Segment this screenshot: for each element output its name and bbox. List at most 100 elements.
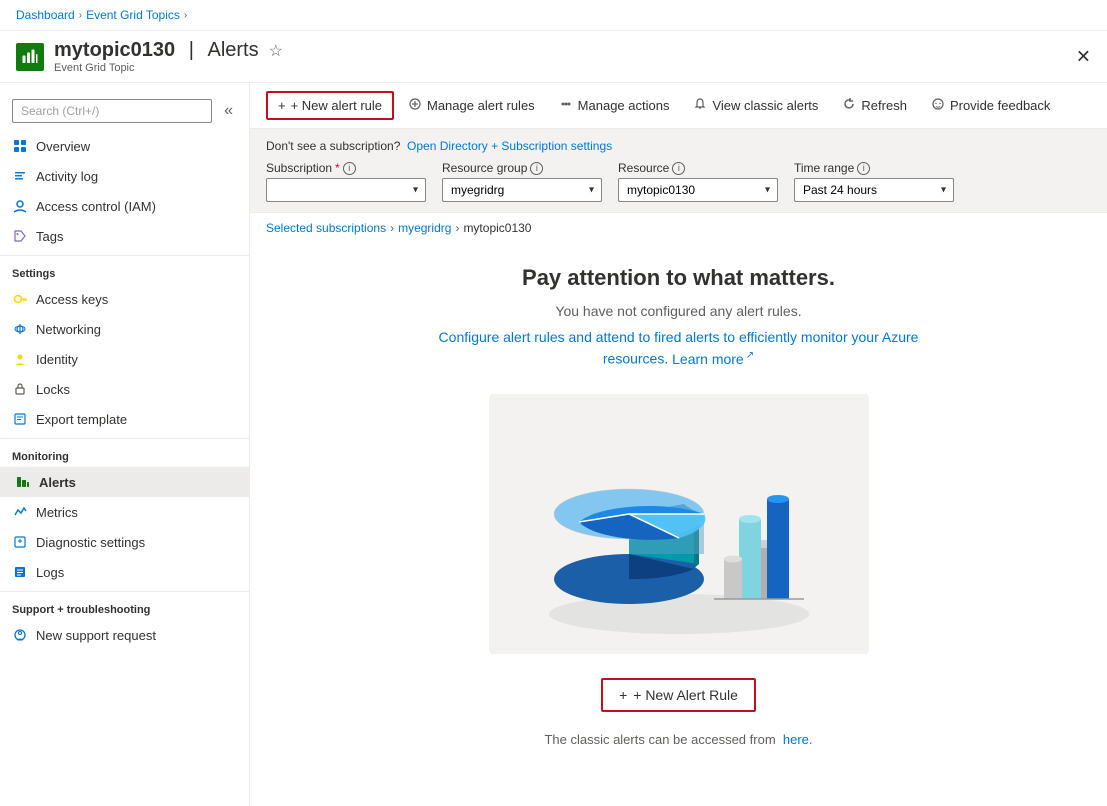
empty-subtitle: You have not configured any alert rules. (555, 303, 801, 319)
rg-info-icon[interactable]: i (530, 162, 543, 175)
sidebar-item-metrics[interactable]: Metrics (0, 497, 249, 527)
new-alert-rule-button[interactable]: + + New alert rule (266, 91, 394, 120)
time-info-icon[interactable]: i (857, 162, 870, 175)
sidebar-item-overview[interactable]: Overview (0, 131, 249, 161)
view-classic-label: View classic alerts (712, 98, 818, 113)
overview-icon (12, 138, 28, 154)
sidebar-item-label: Overview (36, 139, 90, 154)
subscription-label: Subscription * i (266, 161, 426, 175)
section-settings: Settings (0, 255, 249, 284)
sidebar-item-locks[interactable]: Locks (0, 374, 249, 404)
sidebar: « Overview Activity log Access control (… (0, 83, 250, 806)
subscription-info-icon[interactable]: i (343, 162, 356, 175)
resource-group-filter: Resource group i myegridrg (442, 161, 602, 202)
sidebar-item-label: Locks (36, 382, 70, 397)
manage-actions-label: Manage actions (578, 98, 670, 113)
main-content: + + New alert rule Manage alert rules Ma… (250, 83, 1107, 806)
search-input[interactable] (12, 99, 212, 123)
resource-group-select[interactable]: myegridrg (442, 178, 602, 202)
refresh-label: Refresh (861, 98, 907, 113)
sidebar-item-alerts[interactable]: Alerts (0, 467, 249, 497)
required-asterisk: * (335, 161, 340, 175)
manage-actions-button[interactable]: Manage actions (549, 92, 680, 119)
sidebar-item-networking[interactable]: Networking (0, 314, 249, 344)
plus-icon: + (278, 98, 286, 113)
trail-rg[interactable]: myegridrg (398, 221, 451, 235)
activity-icon (12, 168, 28, 184)
sidebar-item-label: Tags (36, 229, 63, 244)
sidebar-item-tags[interactable]: Tags (0, 221, 249, 251)
subscription-select[interactable] (266, 178, 426, 202)
sidebar-item-label: Activity log (36, 169, 98, 184)
metrics-icon (12, 504, 28, 520)
sidebar-item-label: Metrics (36, 505, 78, 520)
feedback-icon (931, 97, 945, 114)
resource-label: Resource i (618, 161, 778, 175)
identity-icon (12, 351, 28, 367)
sidebar-item-support-request[interactable]: New support request (0, 620, 249, 650)
manage-alert-rules-button[interactable]: Manage alert rules (398, 92, 545, 119)
filter-notice: Don't see a subscription? Open Directory… (266, 139, 1091, 153)
sidebar-item-label: Export template (36, 412, 127, 427)
pin-icon[interactable]: ☆ (269, 41, 283, 61)
logs-icon (12, 564, 28, 580)
bell-icon (693, 97, 707, 114)
trail-sep-1: › (390, 221, 394, 235)
refresh-icon (842, 97, 856, 114)
sidebar-item-activity-log[interactable]: Activity log (0, 161, 249, 191)
sidebar-item-label: Identity (36, 352, 78, 367)
manage-alert-rules-label: Manage alert rules (427, 98, 535, 113)
tags-icon (12, 228, 28, 244)
bottom-new-alert-rule-label: + New Alert Rule (633, 687, 738, 703)
sidebar-item-access-keys[interactable]: Access keys (0, 284, 249, 314)
trail-resource: mytopic0130 (463, 221, 531, 235)
sidebar-item-iam[interactable]: Access control (IAM) (0, 191, 249, 221)
section-support: Support + troubleshooting (0, 591, 249, 620)
sidebar-item-label: Access control (IAM) (36, 199, 156, 214)
time-range-select[interactable]: Past 24 hoursPast 48 hoursPast weekPast … (794, 178, 954, 202)
diagnostic-icon (12, 534, 28, 550)
sidebar-item-label: Networking (36, 322, 101, 337)
resource-name: mytopic0130 (54, 39, 175, 62)
classic-here-link[interactable]: here (783, 732, 809, 747)
feedback-button[interactable]: Provide feedback (921, 92, 1060, 119)
subscription-filter: Subscription * i (266, 161, 426, 202)
sidebar-item-logs[interactable]: Logs (0, 557, 249, 587)
bottom-new-alert-rule-button[interactable]: + + New Alert Rule (601, 678, 756, 712)
learn-more-link[interactable]: Learn more (672, 351, 754, 367)
filter-row: Subscription * i Resource group i myegri… (266, 161, 1091, 202)
trail-subscriptions[interactable]: Selected subscriptions (266, 221, 386, 235)
trail-sep-2: › (455, 221, 459, 235)
toolbar: + + New alert rule Manage alert rules Ma… (250, 83, 1107, 129)
resource-select[interactable]: mytopic0130 (618, 178, 778, 202)
breadcrumb-event-grid-topics[interactable]: Event Grid Topics (86, 8, 180, 22)
refresh-button[interactable]: Refresh (832, 92, 917, 119)
resource-icon (16, 43, 44, 71)
chart-illustration (499, 404, 859, 644)
view-classic-button[interactable]: View classic alerts (683, 92, 828, 119)
page-header: mytopic0130 | Alerts ☆ Event Grid Topic … (0, 31, 1107, 83)
manage-rules-icon (408, 97, 422, 114)
breadcrumb-dashboard[interactable]: Dashboard (16, 8, 75, 22)
rg-select-wrapper: myegridrg (442, 178, 602, 202)
sidebar-item-label: Diagnostic settings (36, 535, 145, 550)
breadcrumb: Dashboard › Event Grid Topics › (0, 0, 1107, 31)
sidebar-item-diagnostic[interactable]: Diagnostic settings (0, 527, 249, 557)
filter-bar: Don't see a subscription? Open Directory… (250, 129, 1107, 213)
resource-info-icon[interactable]: i (672, 162, 685, 175)
close-button[interactable]: ✕ (1076, 46, 1091, 67)
sidebar-item-export-template[interactable]: Export template (0, 404, 249, 434)
bottom-plus-icon: + (619, 687, 627, 703)
resource-filter: Resource i mytopic0130 (618, 161, 778, 202)
sidebar-item-identity[interactable]: Identity (0, 344, 249, 374)
sidebar-collapse-button[interactable]: « (216, 98, 241, 124)
header-separator: | (183, 39, 199, 62)
classic-notice: The classic alerts can be accessed from … (544, 732, 812, 747)
network-icon (12, 321, 28, 337)
support-icon (12, 627, 28, 643)
sidebar-item-label: Alerts (39, 475, 76, 490)
directory-settings-link[interactable]: Open Directory + Subscription settings (407, 139, 612, 153)
breadcrumb-chevron-1: › (79, 10, 82, 21)
empty-title: Pay attention to what matters. (522, 265, 835, 291)
lock-icon (12, 381, 28, 397)
